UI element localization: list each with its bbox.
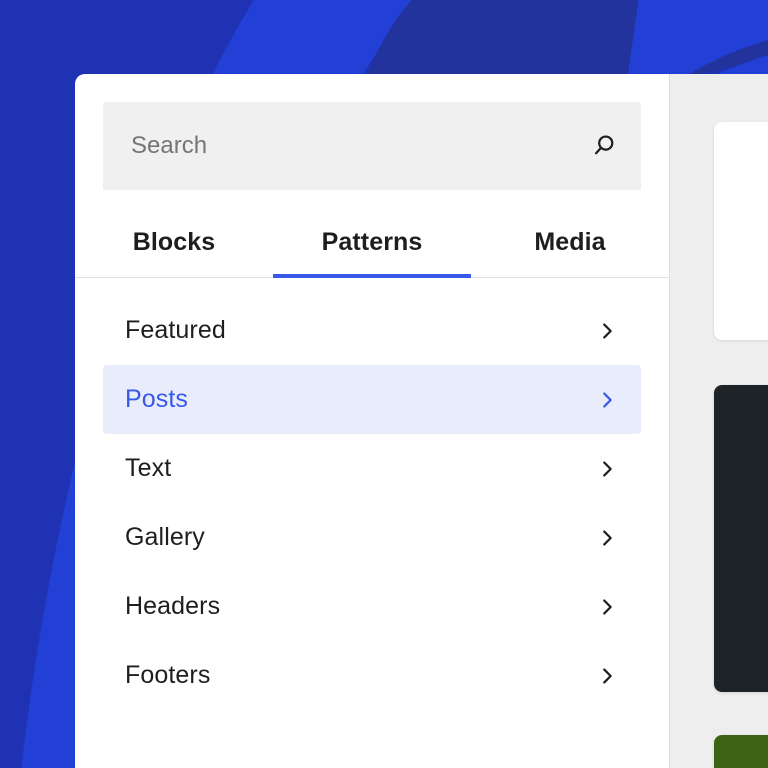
category-item-featured[interactable]: Featured	[103, 296, 641, 365]
chevron-right-icon	[593, 386, 621, 414]
search-box[interactable]	[103, 102, 641, 190]
pattern-category-list: Featured Posts Text Gallery Headers Foot…	[75, 278, 669, 710]
category-label: Footers	[125, 661, 211, 689]
chevron-right-icon	[593, 455, 621, 483]
canvas-card-white[interactable]	[714, 122, 768, 340]
chevron-right-icon	[593, 662, 621, 690]
canvas-card-green[interactable]	[714, 735, 768, 768]
chevron-right-icon	[593, 317, 621, 345]
search-input[interactable]	[103, 102, 641, 190]
editor-canvas	[670, 74, 768, 768]
category-item-text[interactable]: Text	[103, 434, 641, 503]
inserter-tabs: Blocks Patterns Media	[75, 218, 669, 278]
category-label: Posts	[125, 385, 189, 413]
category-label: Headers	[125, 592, 221, 620]
category-item-footers[interactable]: Footers	[103, 641, 641, 710]
chevron-right-icon	[593, 524, 621, 552]
category-label: Featured	[125, 316, 226, 344]
chevron-right-icon	[593, 593, 621, 621]
canvas-card-dark[interactable]	[714, 385, 768, 692]
category-item-gallery[interactable]: Gallery	[103, 503, 641, 572]
search-region	[75, 74, 669, 190]
category-label: Gallery	[125, 523, 205, 551]
category-label: Text	[125, 454, 172, 482]
tab-patterns[interactable]: Patterns	[273, 218, 471, 278]
block-inserter-panel: Blocks Patterns Media Featured Posts	[75, 74, 670, 768]
tab-blocks[interactable]: Blocks	[75, 218, 273, 277]
category-item-headers[interactable]: Headers	[103, 572, 641, 641]
app-root: Blocks Patterns Media Featured Posts	[0, 0, 768, 768]
tab-media[interactable]: Media	[471, 218, 669, 277]
category-item-posts[interactable]: Posts	[103, 365, 641, 434]
